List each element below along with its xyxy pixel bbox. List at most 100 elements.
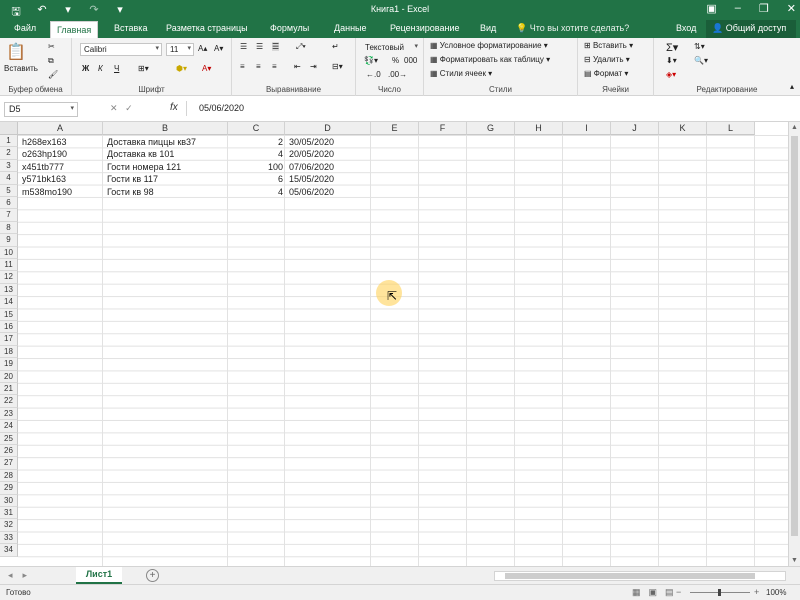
cell-b3[interactable]: Гости номера 121 <box>105 161 228 173</box>
cell-b5[interactable]: Гости кв 98 <box>105 186 228 198</box>
row-header-17[interactable]: 17 <box>0 333 18 346</box>
cell-d4[interactable]: 15/05/2020 <box>287 173 371 185</box>
align-top-icon[interactable]: ☰ <box>240 42 247 51</box>
row-header-32[interactable]: 32 <box>0 519 18 532</box>
orientation-icon[interactable]: ⤢▾ <box>296 42 306 52</box>
row-header-26[interactable]: 26 <box>0 445 18 458</box>
minimize-icon[interactable]: – <box>735 2 741 15</box>
cell-c4[interactable]: 6 <box>230 173 285 185</box>
row-header-18[interactable]: 18 <box>0 345 18 359</box>
align-right-icon[interactable]: ≡ <box>272 62 277 71</box>
scroll-up-icon[interactable]: ▲ <box>791 124 798 131</box>
merge-center-icon[interactable]: ⊟▾ <box>332 62 343 71</box>
decrease-decimal-icon[interactable]: .00→ <box>388 70 407 79</box>
row-header-23[interactable]: 23 <box>0 407 18 421</box>
cell-d3[interactable]: 07/06/2020 <box>287 161 371 173</box>
row-header-24[interactable]: 24 <box>0 420 18 433</box>
row-header-4[interactable]: 4 <box>0 172 18 185</box>
zoom-slider[interactable] <box>690 589 750 596</box>
column-header-l[interactable]: L <box>707 122 755 135</box>
formula-input[interactable]: 05/06/2020 <box>186 101 794 116</box>
zoom-level[interactable]: 100% <box>766 588 786 597</box>
row-header-16[interactable]: 16 <box>0 321 18 334</box>
tab-data[interactable]: Данные <box>334 23 367 33</box>
row-header-9[interactable]: 9 <box>0 234 18 247</box>
cell-a2[interactable]: o263hp190 <box>20 148 103 160</box>
insert-cells-button[interactable]: ⊞ Вставить ▾ <box>584 41 633 50</box>
tab-insert[interactable]: Вставка <box>114 23 147 33</box>
cell-b1[interactable]: Доставка пиццы кв37 <box>105 136 228 148</box>
align-middle-icon[interactable]: ☰ <box>256 42 263 51</box>
decrease-font-icon[interactable]: A▾ <box>214 44 223 53</box>
conditional-formatting-button[interactable]: ▦ Условное форматирование ▾ <box>430 41 548 50</box>
column-header-a[interactable]: A <box>18 122 103 135</box>
cell-d5[interactable]: 05/06/2020 <box>287 186 371 198</box>
copy-icon[interactable]: ⧉ <box>48 56 54 66</box>
tab-page-layout[interactable]: Разметка страницы <box>166 23 248 33</box>
cell-b4[interactable]: Гости кв 117 <box>105 173 228 185</box>
borders-icon[interactable]: ⊞▾ <box>138 64 149 73</box>
fill-color-icon[interactable]: ⬢▾ <box>176 64 187 73</box>
underline-button[interactable]: Ч <box>114 64 119 73</box>
row-header-12[interactable]: 12 <box>0 271 18 284</box>
decrease-indent-icon[interactable]: ⇤ <box>294 62 301 71</box>
row-header-19[interactable]: 19 <box>0 358 18 371</box>
paste-icon[interactable]: 📋 <box>6 42 26 62</box>
tab-home[interactable]: Главная <box>50 21 99 38</box>
spreadsheet-grid[interactable]: ABCDEFGHIJKL 1 2 3 4 5 6 7 8 9 10 11 12 13 14 15 16 17 18… <box>0 122 788 566</box>
tab-file[interactable]: Файл <box>14 23 36 33</box>
cancel-icon[interactable]: ✕ <box>110 103 118 113</box>
ribbon-display-options-icon[interactable]: ▣ <box>706 2 716 15</box>
column-header-b[interactable]: B <box>103 122 228 135</box>
tab-formulas[interactable]: Формулы <box>270 23 309 33</box>
row-header-28[interactable]: 28 <box>0 469 18 483</box>
increase-font-icon[interactable]: A▴ <box>198 44 207 53</box>
restore-icon[interactable]: ❐ <box>759 2 769 15</box>
clear-icon[interactable]: ◈▾ <box>666 70 676 79</box>
row-header-3[interactable]: 3 <box>0 159 18 173</box>
cell-a1[interactable]: h268ex163 <box>20 136 103 148</box>
column-header-d[interactable]: D <box>285 122 371 135</box>
row-header-34[interactable]: 34 <box>0 544 18 557</box>
font-name-select[interactable]: Calibri ▾ <box>80 43 162 56</box>
horizontal-scroll-thumb[interactable] <box>505 573 755 579</box>
cell-a4[interactable]: y571bk163 <box>20 173 103 185</box>
row-header-21[interactable]: 21 <box>0 383 18 396</box>
select-all-corner[interactable] <box>0 122 18 135</box>
row-header-31[interactable]: 31 <box>0 507 18 520</box>
cell-d1[interactable]: 30/05/2020 <box>287 136 371 148</box>
cell-c2[interactable]: 4 <box>230 148 285 160</box>
row-header-33[interactable]: 33 <box>0 531 18 545</box>
wrap-text-icon[interactable]: ↵ <box>332 42 339 51</box>
row-header-20[interactable]: 20 <box>0 370 18 383</box>
row-header-25[interactable]: 25 <box>0 432 18 445</box>
paste-button[interactable]: Вставить <box>4 64 38 73</box>
autosum-icon[interactable]: Σ▾ <box>666 41 678 54</box>
align-left-icon[interactable]: ≡ <box>240 62 245 71</box>
find-select-icon[interactable]: 🔍▾ <box>694 56 708 65</box>
zoom-out-button[interactable]: − <box>676 587 681 597</box>
cells-area[interactable] <box>18 135 788 566</box>
sign-in-link[interactable]: Вход <box>676 23 696 33</box>
scroll-down-icon[interactable]: ▼ <box>791 557 798 564</box>
vertical-scroll-thumb[interactable] <box>791 136 798 536</box>
row-header-8[interactable]: 8 <box>0 221 18 235</box>
vertical-scrollbar[interactable]: ▲ ▼ <box>788 122 800 566</box>
font-size-select[interactable]: 11 ▾ <box>166 43 194 56</box>
cell-a5[interactable]: m538mo190 <box>20 186 103 198</box>
horizontal-scrollbar[interactable] <box>494 571 786 581</box>
currency-icon[interactable]: 💱▾ <box>364 56 378 65</box>
sheet-nav-arrows[interactable]: ◂▸ <box>8 570 37 581</box>
row-header-10[interactable]: 10 <box>0 246 18 259</box>
row-header-6[interactable]: 6 <box>0 197 18 210</box>
delete-cells-button[interactable]: ⊟ Удалить ▾ <box>584 55 630 64</box>
row-header-27[interactable]: 27 <box>0 457 18 470</box>
view-buttons[interactable]: ▦▣▤ <box>632 587 682 598</box>
cell-c5[interactable]: 4 <box>230 186 285 198</box>
cell-a3[interactable]: x451tb777 <box>20 161 103 173</box>
align-bottom-icon[interactable]: ☰ <box>272 42 280 51</box>
font-color-icon[interactable]: A▾ <box>202 64 211 73</box>
insert-function-button[interactable]: fx <box>170 102 178 113</box>
row-header-22[interactable]: 22 <box>0 395 18 408</box>
row-header-7[interactable]: 7 <box>0 209 18 222</box>
